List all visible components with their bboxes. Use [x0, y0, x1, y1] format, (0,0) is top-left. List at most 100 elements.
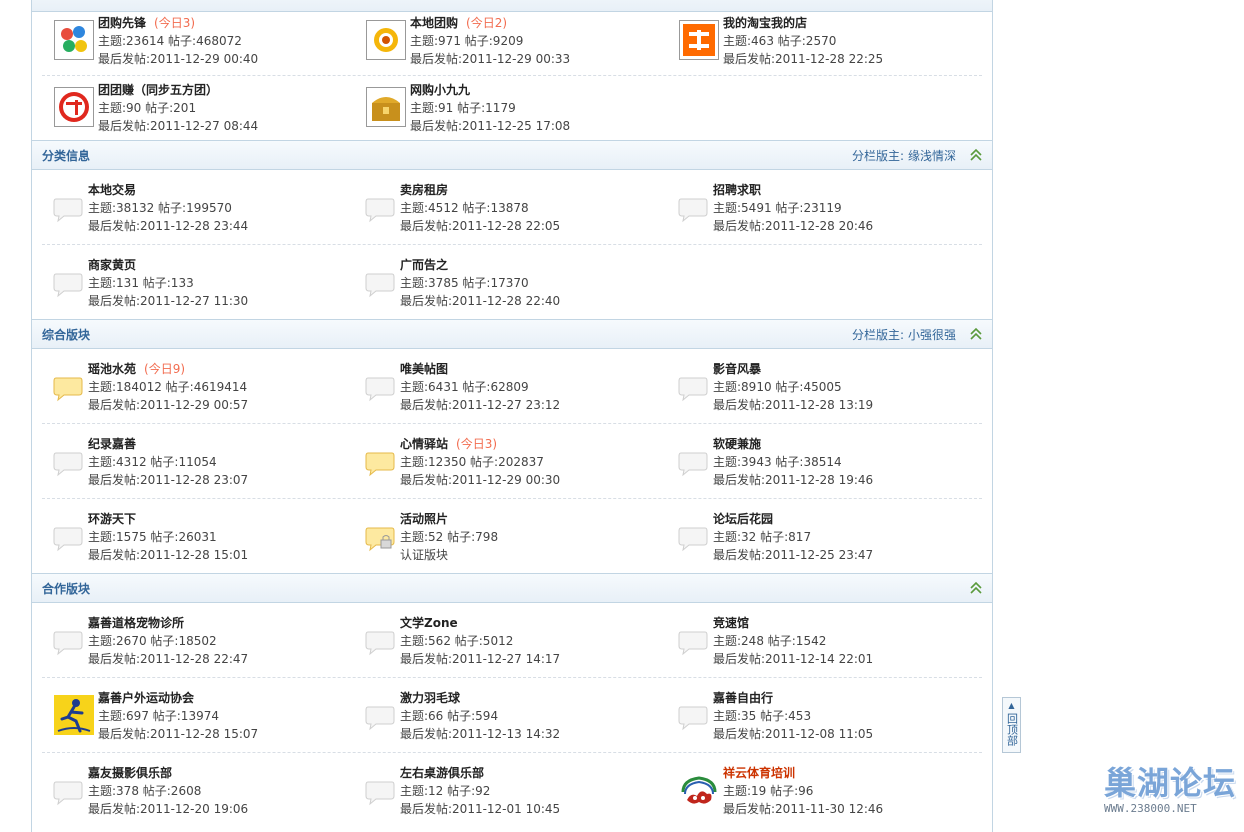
moderator-link[interactable]: 缘浅情深	[908, 149, 956, 163]
forum-last-post[interactable]: 最后发帖:2011-12-28 15:01	[88, 546, 248, 563]
forum-last-post[interactable]: 最后发帖:2011-12-28 22:40	[400, 292, 560, 309]
forum-name[interactable]: 商家黄页	[88, 256, 136, 273]
forum-last-post[interactable]: 最后发帖:2011-12-08 11:05	[713, 725, 873, 742]
forum-last-post[interactable]: 最后发帖:2011-12-28 19:46	[713, 471, 873, 488]
forum-item[interactable]: 我的淘宝我的店 主题:463 帖子:2570 最后发帖:2011-12-28 2…	[667, 14, 967, 80]
bubble-gray-icon[interactable]	[52, 271, 84, 299]
bubble-gray-icon[interactable]	[677, 525, 709, 553]
forum-item[interactable]: 嘉友摄影俱乐部 主题:378 帖子:2608 最后发帖:2011-12-20 1…	[42, 764, 342, 830]
bubble-gray-icon[interactable]	[364, 629, 396, 657]
forum-name[interactable]: 影音风暴	[713, 360, 761, 377]
forum-item[interactable]: 本地交易 主题:38132 帖子:199570 最后发帖:2011-12-28 …	[42, 181, 342, 247]
forum-name[interactable]: 广而告之	[400, 256, 448, 273]
bubble-yellow-icon[interactable]	[52, 375, 84, 403]
bubble-gray-icon[interactable]	[52, 525, 84, 553]
forum-last-post[interactable]: 最后发帖:2011-11-30 12:46	[723, 800, 883, 817]
forum-name[interactable]: 团团赚（同步五方团）	[98, 81, 218, 98]
bubble-gray-icon[interactable]	[364, 271, 396, 299]
forum-item[interactable]: 嘉善自由行 主题:35 帖子:453 最后发帖:2011-12-08 11:05	[667, 689, 967, 755]
forum-last-post[interactable]: 最后发帖:2011-12-01 10:45	[400, 800, 560, 817]
forum-name[interactable]: 嘉善自由行	[713, 689, 773, 706]
forum-name[interactable]: 网购小九九	[410, 81, 470, 98]
forum-last-post[interactable]: 最后发帖:2011-12-13 14:32	[400, 725, 560, 742]
forum-name[interactable]: 论坛后花园	[713, 510, 773, 527]
forum-item[interactable]: 网购小九九 主题:91 帖子:1179 最后发帖:2011-12-25 17:0…	[354, 81, 654, 147]
forum-item[interactable]: 纪录嘉善 主题:4312 帖子:11054 最后发帖:2011-12-28 23…	[42, 435, 342, 501]
forum-last-post[interactable]: 最后发帖:2011-12-28 22:05	[400, 217, 560, 234]
forum-last-post[interactable]: 最后发帖:2011-12-28 22:47	[88, 650, 248, 667]
forum-name[interactable]: 竞速馆	[713, 614, 749, 631]
forum-last-post[interactable]: 最后发帖:2011-12-29 00:40	[98, 50, 258, 67]
forum-last-post[interactable]: 最后发帖:2011-12-25 17:08	[410, 117, 570, 134]
bubble-gray-icon[interactable]	[52, 629, 84, 657]
bubble-gray-icon[interactable]	[677, 629, 709, 657]
forum-name[interactable]: 左右桌游俱乐部	[400, 764, 484, 781]
forum-item[interactable]: 文学Zone 主题:562 帖子:5012 最后发帖:2011-12-27 14…	[354, 614, 654, 680]
forum-last-post[interactable]: 最后发帖:2011-12-28 22:25	[723, 50, 883, 67]
forum-item[interactable]: 招聘求职 主题:5491 帖子:23119 最后发帖:2011-12-28 20…	[667, 181, 967, 247]
collapse-icon[interactable]	[970, 581, 982, 595]
bubble-gray-icon[interactable]	[677, 450, 709, 478]
forum-name[interactable]: 心情驿站 (今日3)	[400, 435, 497, 452]
forum-item[interactable]: 团团赚（同步五方团） 主题:90 帖子:201 最后发帖:2011-12-27 …	[42, 81, 342, 147]
forum-item[interactable]: 卖房租房 主题:4512 帖子:13878 最后发帖:2011-12-28 22…	[354, 181, 654, 247]
forum-name[interactable]: 纪录嘉善	[88, 435, 136, 452]
bubble-gray-icon[interactable]	[364, 704, 396, 732]
group-buy-logo-icon[interactable]	[54, 20, 94, 60]
category-title[interactable]: 综合版块	[42, 326, 90, 343]
forum-item[interactable]: 嘉善户外运动协会 主题:697 帖子:13974 最后发帖:2011-12-28…	[42, 689, 342, 755]
moderator-link[interactable]: 小强很强	[908, 328, 956, 342]
forum-item[interactable]: 影音风暴 主题:8910 帖子:45005 最后发帖:2011-12-28 13…	[667, 360, 967, 426]
forum-last-post[interactable]: 最后发帖:2011-12-28 13:19	[713, 396, 873, 413]
bubble-gray-icon[interactable]	[364, 779, 396, 807]
forum-last-post[interactable]: 最后发帖:2011-12-27 08:44	[98, 117, 258, 134]
forum-item[interactable]: 左右桌游俱乐部 主题:12 帖子:92 最后发帖:2011-12-01 10:4…	[354, 764, 654, 830]
taobao-logo-icon[interactable]	[679, 20, 719, 60]
bubble-gray-icon[interactable]	[677, 704, 709, 732]
treasure-chest-icon[interactable]	[366, 87, 406, 127]
forum-name[interactable]: 本地交易	[88, 181, 136, 198]
back-to-top-button[interactable]: ▲ 回顶部	[1002, 697, 1021, 753]
forum-item[interactable]: 团购先锋 (今日3) 主题:23614 帖子:468072 最后发帖:2011-1…	[42, 14, 342, 80]
forum-name[interactable]: 激力羽毛球	[400, 689, 460, 706]
forum-item[interactable]: 唯美帖图 主题:6431 帖子:62809 最后发帖:2011-12-27 23…	[354, 360, 654, 426]
forum-name[interactable]: 文学Zone	[400, 614, 458, 631]
bubble-gray-icon[interactable]	[52, 779, 84, 807]
forum-item[interactable]: 祥云体育培训 主题:19 帖子:96 最后发帖:2011-11-30 12:46	[667, 764, 967, 830]
bubble-locked-icon[interactable]	[364, 525, 396, 553]
forum-name[interactable]: 祥云体育培训	[723, 764, 795, 781]
bubble-gray-icon[interactable]	[677, 196, 709, 224]
forum-item[interactable]: 竞速馆 主题:248 帖子:1542 最后发帖:2011-12-14 22:01	[667, 614, 967, 680]
forum-item[interactable]: 嘉善道格宠物诊所 主题:2670 帖子:18502 最后发帖:2011-12-2…	[42, 614, 342, 680]
collapse-icon[interactable]	[970, 148, 982, 162]
category-title[interactable]: 合作版块	[42, 580, 90, 597]
bubble-gray-icon[interactable]	[52, 196, 84, 224]
category-title[interactable]: 分类信息	[42, 147, 90, 164]
forum-name[interactable]: 卖房租房	[400, 181, 448, 198]
forum-item[interactable]: 环游天下 主题:1575 帖子:26031 最后发帖:2011-12-28 15…	[42, 510, 342, 576]
forum-last-post[interactable]: 最后发帖:2011-12-14 22:01	[713, 650, 873, 667]
forum-last-post[interactable]: 最后发帖:2011-12-20 19:06	[88, 800, 248, 817]
forum-item[interactable]: 论坛后花园 主题:32 帖子:817 最后发帖:2011-12-25 23:47	[667, 510, 967, 576]
local-group-buy-logo-icon[interactable]	[366, 20, 406, 60]
forum-name[interactable]: 本地团购 (今日2)	[410, 14, 507, 31]
forum-name[interactable]: 嘉友摄影俱乐部	[88, 764, 172, 781]
forum-name[interactable]: 软硬兼施	[713, 435, 761, 452]
forum-name[interactable]: 嘉善道格宠物诊所	[88, 614, 184, 631]
tuan-logo-icon[interactable]	[54, 87, 94, 127]
bubble-gray-icon[interactable]	[52, 450, 84, 478]
forum-item[interactable]: 商家黄页 主题:131 帖子:133 最后发帖:2011-12-27 11:30	[42, 256, 342, 322]
forum-item[interactable]: 瑶池水苑 (今日9) 主题:184012 帖子:4619414 最后发帖:2011…	[42, 360, 342, 426]
forum-last-post[interactable]: 最后发帖:2011-12-29 00:33	[410, 50, 570, 67]
forum-item[interactable]: 广而告之 主题:3785 帖子:17370 最后发帖:2011-12-28 22…	[354, 256, 654, 322]
bubble-yellow-icon[interactable]	[364, 450, 396, 478]
forum-name[interactable]: 招聘求职	[713, 181, 761, 198]
forum-last-post[interactable]: 最后发帖:2011-12-28 20:46	[713, 217, 873, 234]
bubble-gray-icon[interactable]	[364, 375, 396, 403]
forum-name[interactable]: 我的淘宝我的店	[723, 14, 807, 31]
forum-name[interactable]: 活动照片	[400, 510, 448, 527]
forum-item[interactable]: 激力羽毛球 主题:66 帖子:594 最后发帖:2011-12-13 14:32	[354, 689, 654, 755]
collapse-icon[interactable]	[970, 327, 982, 341]
outdoor-runner-logo-icon[interactable]	[54, 695, 94, 735]
forum-item[interactable]: 软硬兼施 主题:3943 帖子:38514 最后发帖:2011-12-28 19…	[667, 435, 967, 501]
